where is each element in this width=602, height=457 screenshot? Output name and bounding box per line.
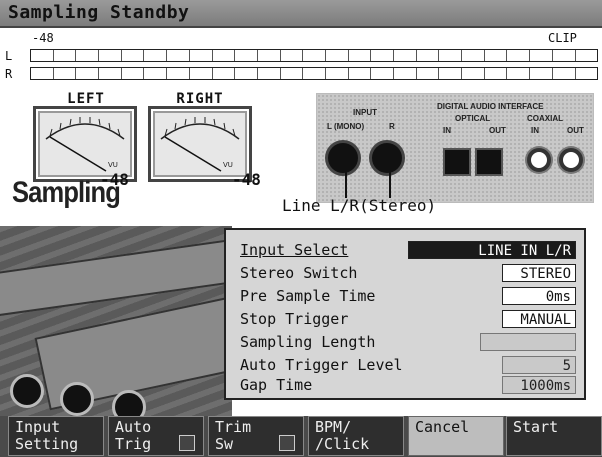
optical-out-icon	[475, 148, 503, 176]
optical-in-label: IN	[443, 126, 451, 135]
setting-label: Stop Trigger	[240, 310, 349, 328]
sampling-length-value	[480, 333, 576, 351]
gap-time-value: 1000ms	[502, 376, 576, 394]
meter-channel-l: L	[5, 49, 13, 63]
input-select-value[interactable]: LINE IN L/R	[408, 241, 576, 259]
button-label: Start	[513, 418, 559, 436]
trim-sw-button[interactable]: Trim Sw	[208, 416, 304, 456]
setting-row-sampling-length: Sampling Length	[240, 332, 580, 354]
function-bar: Input Setting Auto Trig Trim Sw BPM/ /Cl…	[0, 416, 602, 457]
digital-title: DIGITAL AUDIO INTERFACE	[437, 102, 544, 111]
button-label-line1: BPM/	[315, 418, 352, 436]
coaxial-out-label: OUT	[567, 126, 584, 135]
setting-label: Pre Sample Time	[240, 287, 376, 305]
vu-right-label: RIGHT	[176, 91, 224, 107]
jack-r-label: R	[389, 122, 395, 131]
stereo-switch-value[interactable]: STEREO	[502, 264, 576, 282]
setting-label: Sampling Length	[240, 333, 376, 351]
sampling-settings-panel: Input Select LINE IN L/R Stereo Switch S…	[224, 228, 586, 400]
coaxial-in-icon	[527, 148, 551, 172]
photo-knob-icon	[60, 382, 94, 416]
setting-label: Input Select	[240, 241, 349, 259]
stop-trigger-value[interactable]: MANUAL	[502, 310, 576, 328]
level-meter-left	[30, 49, 598, 62]
coaxial-in-label: IN	[531, 126, 539, 135]
button-label-line2: /Click	[315, 435, 370, 453]
sampling-logo: Sampling	[12, 176, 121, 209]
vu-right-value: -48	[232, 170, 261, 189]
setting-row-stereo-switch[interactable]: Stereo Switch STEREO	[240, 263, 580, 285]
input-title: INPUT	[353, 108, 377, 117]
vu-left-label: LEFT	[67, 91, 105, 107]
meter-scale-max: CLIP	[548, 31, 577, 45]
setting-row-stop-trigger[interactable]: Stop Trigger MANUAL	[240, 309, 580, 331]
svg-text:VU: VU	[108, 161, 118, 169]
level-meter-right	[30, 67, 598, 80]
button-label-line2: Setting	[15, 435, 79, 453]
optical-in-icon	[443, 148, 471, 176]
setting-row-pre-sample-time[interactable]: Pre Sample Time 0ms	[240, 286, 580, 308]
setting-label: Gap Time	[240, 376, 313, 394]
setting-row-input-select[interactable]: Input Select LINE IN L/R	[240, 240, 580, 262]
button-label: Cancel	[415, 418, 470, 436]
auto-trigger-level-value: 5	[502, 356, 576, 374]
coaxial-label: COAXIAL	[527, 114, 563, 123]
bpm-click-button[interactable]: BPM/ /Click	[308, 416, 404, 456]
cancel-button[interactable]: Cancel	[408, 416, 504, 456]
trim-sw-checkbox[interactable]	[279, 435, 295, 451]
input-callout-label: Line L/R(Stereo)	[282, 196, 437, 215]
auto-trig-checkbox[interactable]	[179, 435, 195, 451]
setting-row-gap-time: Gap Time 1000ms	[240, 375, 580, 397]
setting-row-auto-trigger-level: Auto Trigger Level 5	[240, 355, 580, 377]
device-photo	[0, 226, 232, 416]
window-title: Sampling Standby	[8, 2, 190, 23]
svg-text:VU: VU	[223, 161, 233, 169]
optical-label: OPTICAL	[455, 114, 491, 123]
optical-out-label: OUT	[489, 126, 506, 135]
button-label-line1: Auto	[115, 418, 152, 436]
button-label-line1: Input	[15, 418, 61, 436]
photo-knob-icon	[112, 390, 146, 416]
meter-scale-min: -48	[32, 31, 54, 45]
title-bar: Sampling Standby	[0, 0, 602, 28]
coaxial-out-icon	[559, 148, 583, 172]
auto-trig-button[interactable]: Auto Trig	[108, 416, 204, 456]
jack-l-label: L (MONO)	[327, 122, 365, 131]
button-label-line1: Trim	[215, 418, 252, 436]
setting-label: Auto Trigger Level	[240, 356, 403, 374]
photo-knob-icon	[10, 374, 44, 408]
input-setting-button[interactable]: Input Setting	[8, 416, 104, 456]
start-button[interactable]: Start	[506, 416, 602, 456]
pre-sample-time-value[interactable]: 0ms	[502, 287, 576, 305]
setting-label: Stereo Switch	[240, 264, 358, 282]
meter-channel-r: R	[5, 67, 13, 81]
